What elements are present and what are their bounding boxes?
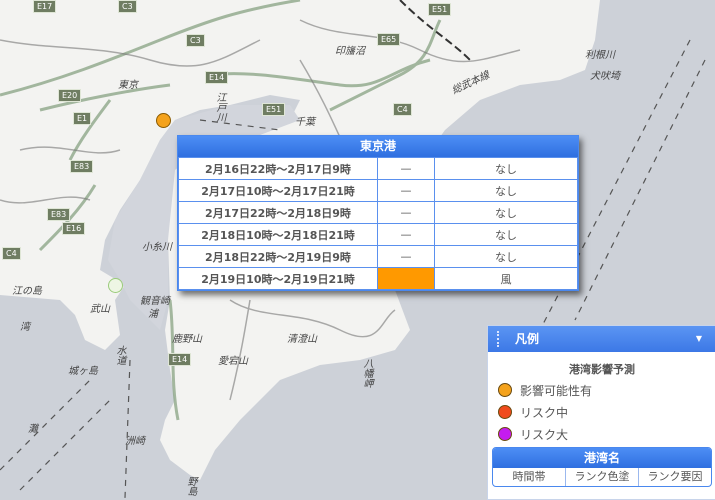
rank-factor: なし	[434, 179, 578, 202]
route-shield: E65	[377, 33, 401, 46]
route-shield: C4	[2, 247, 21, 260]
sample-port-name: 港湾名	[493, 448, 711, 468]
legend-item-label: リスク大	[520, 427, 569, 442]
popup-title: 東京港	[178, 136, 578, 157]
legend-title: 凡例	[515, 332, 540, 346]
rank-factor: なし	[434, 223, 578, 246]
route-shield: E83	[70, 160, 94, 173]
legend-dot-icon	[498, 405, 512, 419]
map-label-bay: 湾	[20, 322, 30, 333]
route-shield: E17	[33, 0, 57, 13]
legend-subtitle: 港湾影響予測	[569, 363, 635, 376]
map-label-kiyosumi: 清澄山	[287, 334, 317, 345]
legend-header[interactable]: 凡例 ▼	[488, 326, 715, 352]
route-shield: E16	[62, 222, 86, 235]
port-marker[interactable]	[108, 278, 123, 293]
forecast-row: 2月17日10時～2月17日21時 — なし	[178, 179, 578, 202]
map-label-uraga: 浦	[148, 309, 158, 320]
route-shield: C3	[118, 0, 137, 13]
map-label-nojima: 野島	[185, 476, 196, 496]
forecast-row: 2月16日22時～2月17日9時 — なし	[178, 157, 578, 180]
route-shield: E51	[262, 103, 286, 116]
sample-col-rank-factor: ランク要因	[647, 470, 703, 483]
route-shield: E83	[47, 208, 71, 221]
time-range: 2月18日22時～2月19日9時	[178, 245, 378, 268]
rank-factor: 風	[434, 267, 578, 290]
map-label-nada: 灘	[28, 424, 38, 435]
rank-factor: なし	[434, 245, 578, 268]
map-label-jogashima: 城ヶ島	[68, 366, 98, 377]
rank-color: —	[377, 201, 435, 224]
map-label-atagoyama: 愛宕山	[218, 356, 248, 367]
port-forecast-popup: 東京港 2月16日22時～2月17日9時 — なし 2月17日10時～2月17日2…	[177, 135, 579, 291]
time-range: 2月16日22時～2月17日9時	[178, 157, 378, 180]
map-label-takeyama: 武山	[90, 304, 110, 315]
map-label-suzaki: 洲崎	[125, 436, 145, 447]
route-shield: E1	[73, 112, 92, 125]
time-range: 2月17日22時～2月18日9時	[178, 201, 378, 224]
legend-item: リスク中	[498, 403, 715, 421]
collapse-arrow-icon[interactable]: ▼	[696, 326, 702, 352]
map-label-inbanuma: 印旛沼	[335, 46, 365, 57]
legend-dot-icon	[498, 383, 512, 397]
rank-color: —	[377, 223, 435, 246]
route-shield: C4	[393, 103, 412, 116]
map-label-strait: 水道	[114, 345, 125, 365]
time-range: 2月19日10時～2月19日21時	[178, 267, 378, 290]
route-shield: E51	[428, 3, 452, 16]
legend-dot-icon	[498, 427, 512, 441]
map-label-inubosaki: 犬吠埼	[590, 71, 620, 82]
route-shield: C3	[186, 34, 205, 47]
time-range: 2月17日10時～2月17日21時	[178, 179, 378, 202]
port-marker-tokyo[interactable]	[156, 113, 171, 128]
map-label-tokyo: 東京	[118, 80, 138, 91]
forecast-row: 2月18日10時～2月18日21時 — なし	[178, 223, 578, 246]
route-shield: E14	[205, 71, 229, 84]
legend-sample-table: 港湾名 時間帯 ランク色塗 ランク要因	[492, 447, 712, 487]
route-shield: E14	[168, 353, 192, 366]
legend-item: 影響可能性有	[498, 381, 715, 399]
rank-color: —	[377, 179, 435, 202]
rank-factor: なし	[434, 201, 578, 224]
rank-color: —	[377, 245, 435, 268]
map-label-edogawa: 江戸川	[214, 92, 225, 122]
drag-handle-icon[interactable]	[497, 331, 501, 347]
map-label-yawata: 八幡岬	[361, 358, 372, 388]
forecast-row: 2月19日10時～2月19日21時 風	[178, 267, 578, 290]
rank-color	[377, 267, 435, 290]
rank-factor: なし	[434, 157, 578, 180]
map-label-kanozan: 鹿野山	[172, 334, 202, 345]
forecast-row: 2月17日22時～2月18日9時 — なし	[178, 201, 578, 224]
map-label-koitogawa: 小糸川	[142, 242, 172, 253]
route-shield: E20	[58, 89, 82, 102]
time-range: 2月18日10時～2月18日21時	[178, 223, 378, 246]
legend-item-label: 影響可能性有	[520, 383, 593, 398]
sample-col-rank-color: ランク色塗	[566, 468, 639, 486]
legend-item: リスク大	[498, 425, 715, 443]
sample-col-time: 時間帯	[493, 468, 566, 486]
map-label-enoshima: 江の島	[12, 286, 42, 297]
forecast-row: 2月18日22時～2月19日9時 — なし	[178, 245, 578, 268]
forecast-table: 2月16日22時～2月17日9時 — なし 2月17日10時～2月17日21時 —…	[178, 157, 578, 290]
map-label-chiba: 千葉	[295, 117, 315, 128]
rank-color: —	[377, 157, 435, 180]
legend-panel: 凡例 ▼ 港湾影響予測 影響可能性有 リスク中リスク大 港湾名 時間帯 ランク色塗…	[487, 325, 715, 500]
map-label-tonegawa: 利根川	[585, 50, 615, 61]
legend-item-label: リスク中	[520, 405, 569, 420]
